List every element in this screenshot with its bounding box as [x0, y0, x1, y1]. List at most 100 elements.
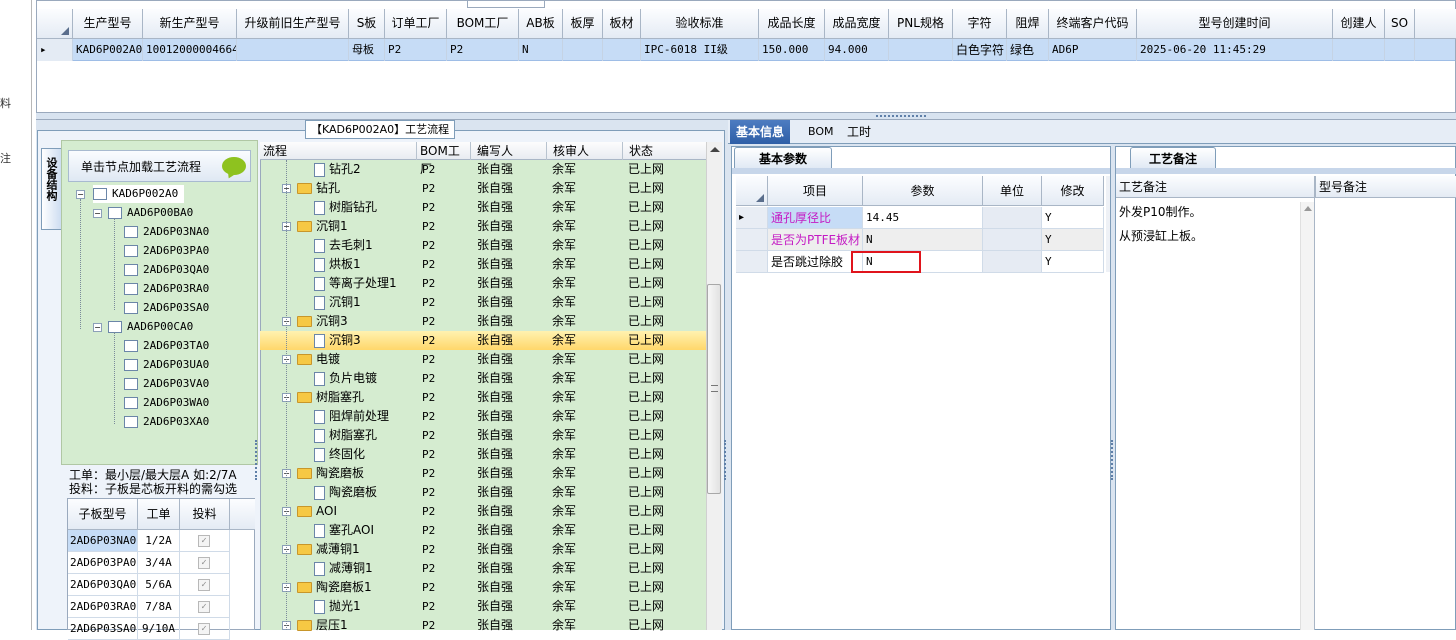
- flow-step[interactable]: 抛光1: [314, 597, 361, 616]
- param-item[interactable]: 是否为PTFE板材: [768, 229, 863, 251]
- param-unit[interactable]: [983, 207, 1042, 229]
- cell[interactable]: [1385, 39, 1415, 61]
- flow-bom-cell[interactable]: P2: [422, 350, 435, 369]
- cell[interactable]: 2AD6P03NA0: [68, 530, 138, 552]
- flow-writer-cell[interactable]: 张自强: [477, 540, 513, 559]
- flow-writer-cell[interactable]: 张自强: [477, 331, 513, 350]
- col-header[interactable]: 单位: [983, 176, 1042, 206]
- flow-step[interactable]: 树脂塞孔: [297, 388, 364, 407]
- tree-node-leaf[interactable]: 2AD6P03TA0: [124, 337, 209, 355]
- flow-checker-cell[interactable]: 余军: [552, 236, 576, 255]
- flow-checker-cell[interactable]: 余军: [552, 388, 576, 407]
- flow-status-cell[interactable]: 已上网: [628, 350, 664, 369]
- flow-bom-cell[interactable]: P2: [422, 559, 435, 578]
- col-header[interactable]: 投料: [180, 499, 230, 530]
- flow-writer-cell[interactable]: 张自强: [477, 388, 513, 407]
- flow-row[interactable]: 树脂钻孔 P2 张自强 余军 已上网: [260, 198, 706, 217]
- param-value[interactable]: N: [863, 229, 983, 251]
- cell[interactable]: 7/8A: [138, 596, 180, 618]
- cell[interactable]: AD6P: [1049, 39, 1137, 61]
- flow-checker-cell[interactable]: 余军: [552, 179, 576, 198]
- cell[interactable]: 2AD6P03SA0: [68, 618, 138, 640]
- cell[interactable]: [1333, 39, 1385, 61]
- cell[interactable]: 2025-06-20 11:45:29: [1137, 39, 1333, 61]
- col-header[interactable]: 型号备注: [1319, 176, 1367, 198]
- flow-writer-cell[interactable]: 张自强: [477, 369, 513, 388]
- flow-bom-cell[interactable]: P2: [422, 388, 435, 407]
- notes-scrollbar[interactable]: [1300, 202, 1314, 630]
- cell[interactable]: P2: [447, 39, 519, 61]
- flow-row[interactable]: − 沉铜3 P2 张自强 余军 已上网: [260, 312, 706, 331]
- flow-step[interactable]: 减薄铜1: [314, 559, 373, 578]
- col-header[interactable]: 板材: [603, 9, 641, 39]
- flow-step[interactable]: 终固化: [314, 445, 365, 464]
- col-header[interactable]: 工单: [138, 499, 180, 530]
- flow-step[interactable]: 树脂塞孔: [314, 426, 377, 445]
- col-header[interactable]: BOM工厂: [447, 9, 519, 39]
- flow-row[interactable]: 钻孔2 P2 张自强 余军 已上网: [260, 160, 706, 179]
- flow-step[interactable]: 树脂钻孔: [314, 198, 377, 217]
- param-item[interactable]: 通孔厚径比: [768, 207, 863, 229]
- flow-status-cell[interactable]: 已上网: [628, 312, 664, 331]
- flow-status-cell[interactable]: 已上网: [628, 464, 664, 483]
- flow-writer-cell[interactable]: 张自强: [477, 255, 513, 274]
- flow-row[interactable]: 塞孔AOI P2 张自强 余军 已上网: [260, 521, 706, 540]
- cell-checkbox[interactable]: ✓: [180, 618, 230, 640]
- flow-writer-cell[interactable]: 张自强: [477, 179, 513, 198]
- cell[interactable]: P2: [385, 39, 447, 61]
- flow-writer-cell[interactable]: 张自强: [477, 483, 513, 502]
- cell[interactable]: [237, 39, 349, 61]
- tree-node-leaf[interactable]: 2AD6P03VA0: [124, 375, 209, 393]
- flow-row[interactable]: 负片电镀 P2 张自强 余军 已上网: [260, 369, 706, 388]
- col-header[interactable]: AB板: [519, 9, 563, 39]
- flow-checker-cell[interactable]: 余军: [552, 255, 576, 274]
- flow-bom-cell[interactable]: P2: [422, 369, 435, 388]
- tree-node-leaf[interactable]: 2AD6P03UA0: [124, 356, 209, 374]
- col-header[interactable]: 新生产型号: [143, 9, 237, 39]
- flow-step[interactable]: 陶瓷磨板: [297, 464, 364, 483]
- param-modify[interactable]: Y: [1042, 251, 1104, 273]
- tab-bom[interactable]: BOM: [802, 120, 840, 144]
- tab-basic-params[interactable]: 基本参数: [734, 147, 832, 169]
- flow-step[interactable]: 沉铜3: [314, 331, 361, 350]
- flow-row[interactable]: − 陶瓷磨板 P2 张自强 余军 已上网: [260, 464, 706, 483]
- flow-checker-cell[interactable]: 余军: [552, 312, 576, 331]
- cell[interactable]: 94.000: [825, 39, 889, 61]
- cell[interactable]: 150.000: [759, 39, 825, 61]
- tree-node-leaf[interactable]: 2AD6P03NA0: [124, 223, 209, 241]
- flow-bom-cell[interactable]: P2: [422, 198, 435, 217]
- flow-step[interactable]: 等离子处理1: [314, 274, 397, 293]
- col-header[interactable]: 阻焊: [1007, 9, 1049, 39]
- tree-node-root[interactable]: KAD6P002A0: [93, 185, 185, 203]
- tree-node-group[interactable]: AAD6P00CA0: [108, 318, 193, 336]
- flow-row[interactable]: 去毛刺1 P2 张自强 余军 已上网: [260, 236, 706, 255]
- flow-status-cell[interactable]: 已上网: [628, 502, 664, 521]
- flow-writer-cell[interactable]: 张自强: [477, 312, 513, 331]
- cell[interactable]: IPC-6018 II级: [641, 39, 759, 61]
- flow-writer-cell[interactable]: 张自强: [477, 426, 513, 445]
- cell-checkbox[interactable]: ✓: [180, 552, 230, 574]
- splitter-grip[interactable]: [1111, 440, 1113, 480]
- tree-node-leaf[interactable]: 2AD6P03WA0: [124, 394, 209, 412]
- flow-status-cell[interactable]: 已上网: [628, 293, 664, 312]
- flow-bom-cell[interactable]: P2: [422, 502, 435, 521]
- cell[interactable]: 2AD6P03QA0: [68, 574, 138, 596]
- tab-equipment-structure[interactable]: 设备结构: [41, 148, 61, 230]
- flow-step[interactable]: 减薄铜1: [297, 540, 360, 559]
- flow-writer-cell[interactable]: 张自强: [477, 407, 513, 426]
- col-header[interactable]: 型号创建时间: [1137, 9, 1333, 39]
- flow-status-cell[interactable]: 已上网: [628, 198, 664, 217]
- flow-bom-cell[interactable]: P2: [422, 445, 435, 464]
- col-header[interactable]: 成品宽度: [825, 9, 889, 39]
- flow-bom-cell[interactable]: P2: [422, 160, 435, 179]
- flow-bom-cell[interactable]: P2: [422, 426, 435, 445]
- tree-node-leaf[interactable]: 2AD6P03PA0: [124, 242, 209, 260]
- flow-writer-cell[interactable]: 张自强: [477, 578, 513, 597]
- flow-step[interactable]: AOI: [297, 502, 337, 521]
- col-header[interactable]: 创建人: [1333, 9, 1385, 39]
- col-header[interactable]: 板厚: [563, 9, 603, 39]
- flow-writer-cell[interactable]: 张自强: [477, 293, 513, 312]
- flow-writer-cell[interactable]: 张自强: [477, 274, 513, 293]
- flow-status-cell[interactable]: 已上网: [628, 369, 664, 388]
- flow-bom-cell[interactable]: P2: [422, 540, 435, 559]
